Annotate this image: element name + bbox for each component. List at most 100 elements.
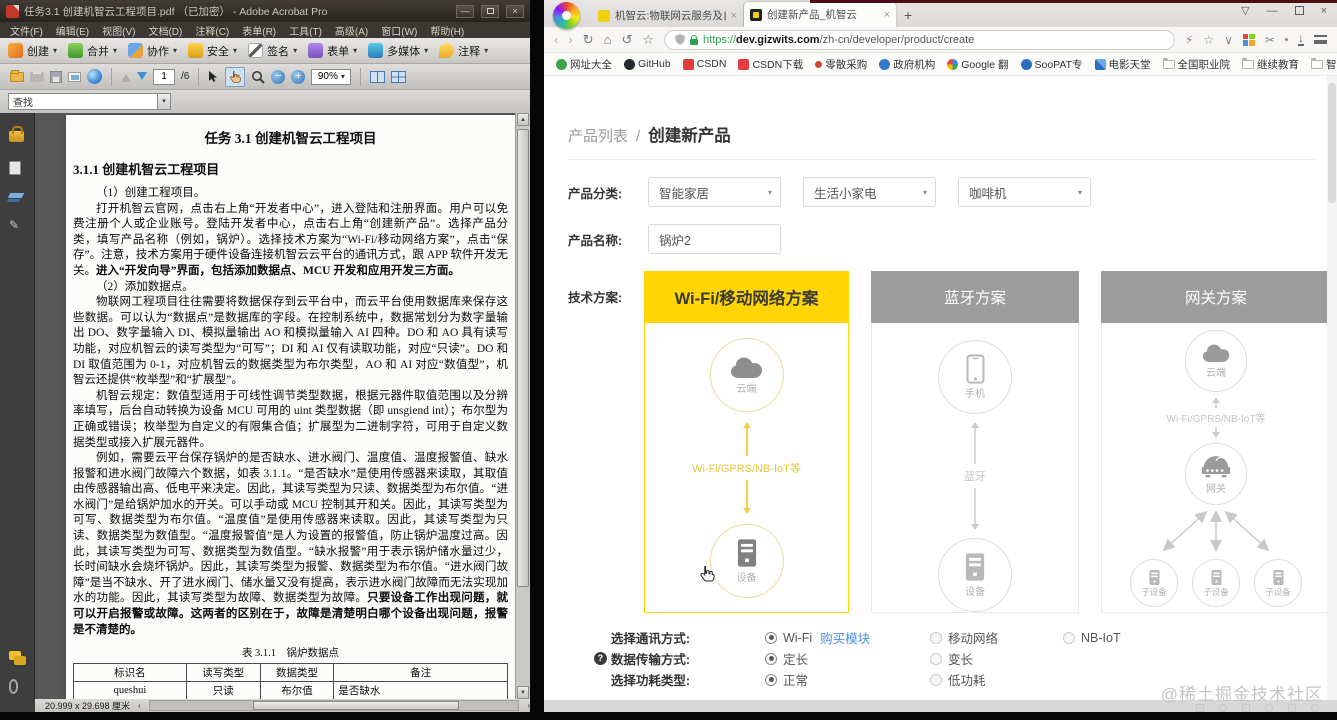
zoom-level-select[interactable]: 90% ▾ xyxy=(311,68,352,85)
category-select-2[interactable]: 生活小家电 ▾ xyxy=(803,177,936,207)
bookmark-item[interactable]: CSDN xyxy=(682,58,726,70)
restore-session-icon[interactable]: ↺ xyxy=(621,33,632,46)
bookmark-item[interactable]: Google 翻 xyxy=(947,57,1009,72)
page-number-input[interactable] xyxy=(153,68,175,85)
menu-forms[interactable]: 表单(R) xyxy=(242,23,276,38)
scrolling-mode-icon[interactable] xyxy=(370,70,386,83)
save-icon[interactable] xyxy=(50,70,62,83)
horizontal-scroll-thumb[interactable] xyxy=(252,701,460,710)
scroll-right-button[interactable]: › xyxy=(527,700,530,711)
breadcrumb-product-list[interactable]: 产品列表 xyxy=(568,125,628,146)
forward-icon[interactable]: › xyxy=(568,33,572,46)
comment-button[interactable]: 注释 ▾ xyxy=(439,43,488,59)
pdf-horizontal-scrollbar[interactable] xyxy=(148,700,520,711)
bookmark-item[interactable]: 零散采购 xyxy=(815,57,867,72)
radio-off-icon[interactable] xyxy=(930,673,942,686)
browser-logo-icon[interactable] xyxy=(553,2,580,29)
radio-wifi-option[interactable]: Wi-Fi 购买模块 xyxy=(765,628,930,647)
menu-view[interactable]: 视图(V) xyxy=(102,23,135,38)
menu-help[interactable]: 帮助(H) xyxy=(430,23,464,38)
pdf-document-area[interactable]: 任务 3.1 创建机智云工程项目 3.1.1 创建机智云工程项目 （1）创建工程… xyxy=(35,113,515,699)
bookmark-item[interactable]: 网址大全 xyxy=(556,57,612,72)
radio-fixed-length-option[interactable]: 定长 xyxy=(765,649,930,668)
chevron-down-icon[interactable]: ∨ xyxy=(1224,33,1233,47)
multi-page-view-icon[interactable] xyxy=(391,70,407,83)
comments-panel-icon[interactable] xyxy=(9,651,26,665)
open-file-icon[interactable] xyxy=(10,69,24,82)
browser-minimize-button[interactable]: — xyxy=(1267,5,1278,17)
forms-button[interactable]: 表单 ▾ xyxy=(308,43,357,59)
bookmark-star-icon[interactable]: ☆ xyxy=(642,33,654,46)
screenshot-scissors-icon[interactable]: ✂ xyxy=(1265,33,1275,47)
card-bluetooth[interactable]: 蓝牙方案 手机 蓝牙 设备 xyxy=(871,271,1079,613)
find-dropdown-caret[interactable]: ▾ xyxy=(158,93,171,110)
bookmark-item[interactable]: 电影天堂 xyxy=(1094,57,1151,72)
collaborate-button[interactable]: 协作 ▾ xyxy=(128,43,177,59)
radio-on-icon[interactable] xyxy=(765,631,777,644)
menu-tools[interactable]: 工具(T) xyxy=(289,23,322,38)
help-question-icon[interactable]: ? xyxy=(593,652,607,665)
radio-off-icon[interactable] xyxy=(930,652,942,665)
tab-close-icon[interactable]: × xyxy=(884,9,890,21)
secure-button[interactable]: 安全 ▾ xyxy=(188,43,237,59)
download-icon[interactable]: ↓ xyxy=(1298,32,1304,46)
menu-document[interactable]: 文档(D) xyxy=(148,23,182,38)
page-scroll-thumb[interactable] xyxy=(1328,83,1336,203)
radio-off-icon[interactable] xyxy=(930,631,942,644)
zoom-in-icon[interactable] xyxy=(291,69,306,84)
menu-edit[interactable]: 编辑(E) xyxy=(56,23,89,38)
find-input[interactable] xyxy=(8,93,158,110)
menu-hamburger-icon[interactable] xyxy=(1314,35,1327,44)
scroll-down-button[interactable]: ▼ xyxy=(517,686,529,699)
extensions-grid-icon[interactable] xyxy=(1242,33,1255,46)
scroll-up-button[interactable]: ▲ xyxy=(517,113,529,126)
menu-comments[interactable]: 注释(C) xyxy=(195,23,229,38)
site-safety-shield-icon[interactable] xyxy=(675,34,686,45)
radio-nbiot-option[interactable]: NB-IoT xyxy=(1063,631,1196,645)
next-page-icon[interactable] xyxy=(137,71,147,85)
scroll-left-button[interactable]: ‹ xyxy=(138,700,141,711)
bookmark-item[interactable]: SooPAT专 xyxy=(1020,57,1083,72)
select-tool-icon[interactable] xyxy=(208,70,219,83)
hand-tool-button[interactable] xyxy=(225,66,246,87)
vertical-scroll-thumb[interactable] xyxy=(517,129,529,587)
card-gateway[interactable]: 网关方案 云端 Wi-Fi/GPRS/NB-IoT等 网关 子设备 子设备 子设… xyxy=(1101,271,1331,613)
bookmark-item[interactable]: 全国职业院 xyxy=(1162,57,1230,72)
radio-normal-power-option[interactable]: 正常 xyxy=(765,670,930,689)
pdf-vertical-scrollbar[interactable]: ▲ ▼ xyxy=(515,113,530,699)
zoom-out-icon[interactable] xyxy=(271,69,286,84)
multimedia-button[interactable]: 多媒体 ▾ xyxy=(368,43,428,59)
reload-icon[interactable]: ↻ xyxy=(583,33,594,46)
sign-button[interactable]: 签名 ▾ xyxy=(248,43,297,59)
layers-panel-icon[interactable] xyxy=(7,193,25,198)
radio-mobile-option[interactable]: 移动网络 xyxy=(930,628,1063,647)
category-select-3[interactable]: 咖啡机 ▾ xyxy=(958,177,1091,207)
radio-low-power-option[interactable]: 低功耗 xyxy=(930,670,1063,689)
acrobat-close-button[interactable]: × xyxy=(506,4,524,18)
menu-advanced[interactable]: 高级(A) xyxy=(335,23,368,38)
tab-close-icon[interactable]: × xyxy=(731,10,737,22)
snapshot-icon[interactable] xyxy=(68,71,81,82)
card-wifi-mobile[interactable]: Wi-Fi/移动网络方案 云端 Wi-Fi/GPRS/NB-IoT等 设备 xyxy=(644,271,849,613)
tab-gizwits-home[interactable]: 机智云:物联网云服务及自助开 × xyxy=(592,4,744,27)
url-input[interactable]: https://dev.gizwits.com/zh-cn/developer/… xyxy=(664,29,1175,50)
bookmark-item[interactable]: 政府机构 xyxy=(879,57,935,72)
category-select-1[interactable]: 智能家居 ▾ xyxy=(648,177,781,207)
previous-page-icon[interactable] xyxy=(121,69,131,82)
browser-maximize-button[interactable] xyxy=(1294,6,1304,15)
acrobat-minimize-button[interactable]: — xyxy=(456,4,474,18)
combine-button[interactable]: 合并 ▾ xyxy=(68,43,117,59)
create-pdf-button[interactable]: 创建 ▾ xyxy=(8,43,57,59)
acrobat-maximize-button[interactable] xyxy=(481,4,499,18)
security-panel-icon[interactable] xyxy=(9,126,24,142)
radio-on-icon[interactable] xyxy=(765,652,777,665)
bookmark-item[interactable]: 智慧职教 xyxy=(1311,57,1337,72)
bookmark-item[interactable]: GitHub xyxy=(624,58,671,70)
menu-file[interactable]: 文件(F) xyxy=(10,23,43,38)
attachments-panel-icon[interactable] xyxy=(9,679,18,694)
radio-variable-length-option[interactable]: 变长 xyxy=(930,649,1063,668)
tab-create-product[interactable]: 创建新产品_机智云 × xyxy=(744,2,896,27)
page-scrollbar[interactable] xyxy=(1327,76,1337,700)
new-tab-button[interactable]: + xyxy=(904,7,912,27)
radio-off-icon[interactable] xyxy=(1063,631,1075,644)
